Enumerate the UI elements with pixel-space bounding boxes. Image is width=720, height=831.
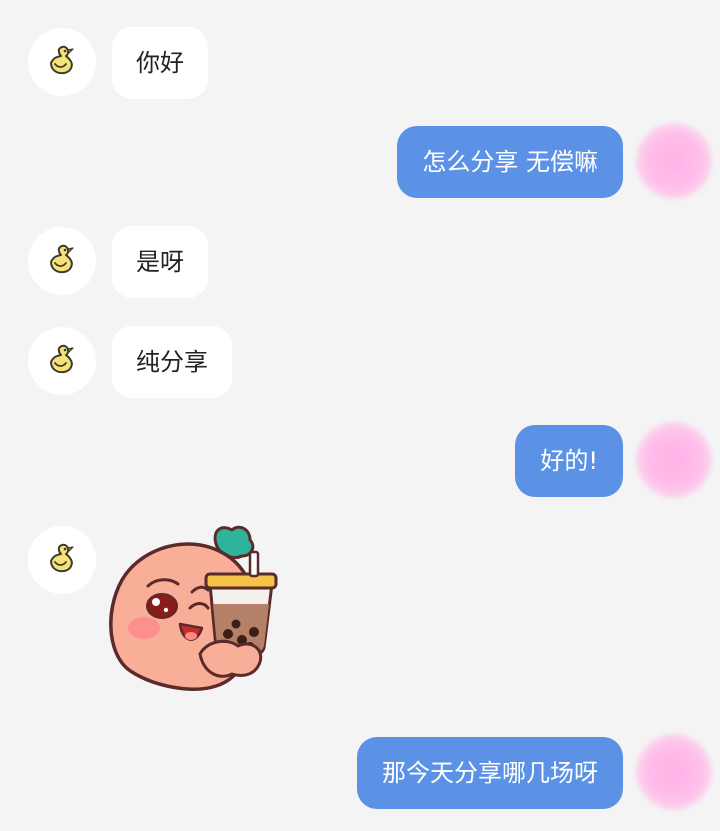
contact-avatar[interactable]	[28, 327, 96, 395]
message-text: 好的!	[540, 447, 598, 475]
peach-bubble-tea-sticker[interactable]	[104, 522, 280, 698]
message-text: 怎么分享 无偿嘛	[422, 148, 598, 176]
message-bubble-outgoing[interactable]: 好的!	[515, 425, 623, 497]
message-text: 是呀	[136, 248, 184, 276]
duck-avatar-icon	[50, 344, 74, 374]
user-avatar[interactable]	[636, 123, 712, 199]
message-bubble-incoming[interactable]: 纯分享	[112, 326, 232, 398]
chat-thread: 你好 怎么分享 无偿嘛 是呀 纯分享 好的! 那今天分享哪几场呀	[0, 0, 720, 831]
message-text: 那今天分享哪几场呀	[382, 759, 598, 787]
user-avatar[interactable]	[636, 734, 712, 810]
duck-avatar-icon	[50, 244, 74, 274]
message-bubble-outgoing[interactable]: 那今天分享哪几场呀	[357, 737, 623, 809]
duck-avatar-icon	[50, 543, 74, 573]
duck-avatar-icon	[50, 45, 74, 75]
message-bubble-incoming[interactable]: 是呀	[112, 226, 208, 298]
message-text: 纯分享	[136, 348, 208, 376]
message-bubble-outgoing[interactable]: 怎么分享 无偿嘛	[397, 126, 623, 198]
message-bubble-incoming[interactable]: 你好	[112, 27, 208, 99]
contact-avatar[interactable]	[28, 227, 96, 295]
contact-avatar[interactable]	[28, 526, 96, 594]
message-text: 你好	[136, 49, 184, 77]
contact-avatar[interactable]	[28, 28, 96, 96]
user-avatar[interactable]	[636, 422, 712, 498]
